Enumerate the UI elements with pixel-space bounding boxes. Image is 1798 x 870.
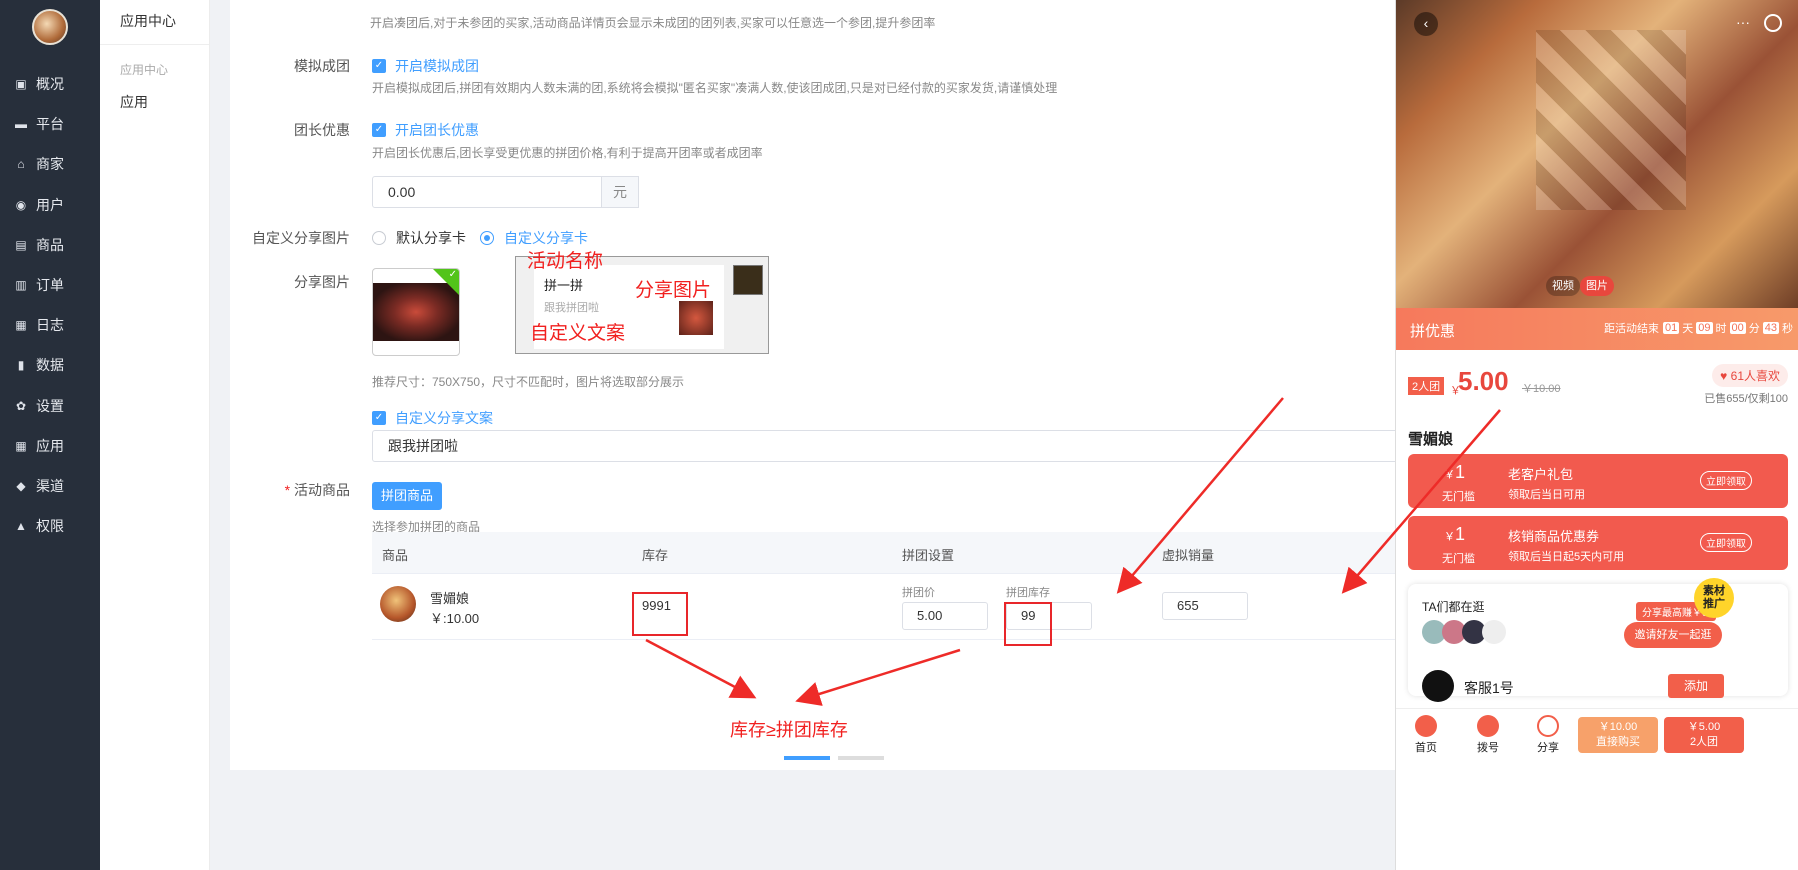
annotation-arrows <box>645 397 1501 706</box>
arrow-group-stock <box>795 648 961 706</box>
arrow-price <box>1116 397 1284 594</box>
arrow-sales <box>1341 409 1501 594</box>
arrow-stock <box>645 638 757 699</box>
